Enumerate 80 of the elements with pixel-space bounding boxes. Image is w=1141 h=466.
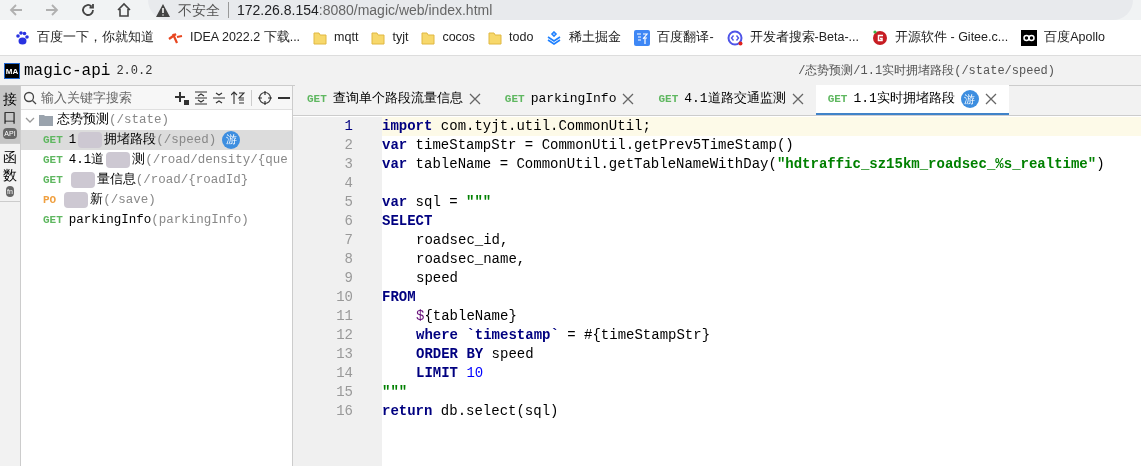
badge: 游	[222, 131, 241, 149]
code-line: var timeStampStr = CommonUtil.getPrev5TimeStamp()	[382, 137, 794, 153]
bookmark[interactable]: tyjt	[371, 28, 409, 47]
logo-icon: MA	[4, 62, 20, 79]
warning-icon	[156, 3, 170, 17]
folder-icon	[39, 114, 53, 126]
bookmark[interactable]: 百度一下，你就知道	[14, 28, 154, 47]
code-line: var tableName = CommonUtil.getTableNameWithDay("hdtraffic_sz15km_roadsec_%s_realtime")	[382, 156, 1105, 172]
chevron-icon	[25, 115, 35, 125]
locate-icon[interactable]	[258, 90, 272, 105]
bookmark[interactable]: 稀土掘金	[546, 28, 622, 47]
line-number: 13	[335, 345, 353, 364]
app-version: 2.0.2	[116, 62, 153, 80]
code-line: FROM	[382, 289, 416, 305]
bookmark[interactable]: cocos	[421, 28, 476, 47]
line-number: 8	[343, 250, 353, 269]
editor-tab[interactable]: GET 1.1实时拥堵路段 游	[815, 85, 1009, 115]
breadcrumb: /态势预测/1.1实时拥堵路段(/state/speed)	[798, 62, 1055, 80]
code-line: roadsec_name,	[416, 251, 526, 267]
line-number: 3	[343, 155, 353, 174]
code-line: speed	[416, 270, 458, 286]
url-text: 172.26.8.154:8080/magic/web/index.html	[237, 1, 493, 19]
code-line: """	[382, 384, 408, 400]
line-number: 16	[335, 402, 353, 421]
close-icon[interactable]	[984, 93, 997, 105]
bookmark[interactable]: todo	[488, 28, 534, 47]
chevrons-icon	[546, 30, 563, 45]
line-number: 5	[343, 193, 353, 212]
search-icon	[23, 90, 37, 105]
line-number: 15	[335, 383, 353, 402]
close-icon[interactable]	[791, 93, 804, 105]
code-line: import com.tyjt.util.CommonUtil;	[382, 118, 651, 134]
code-line: ${tableName}	[416, 308, 517, 324]
add-icon[interactable]	[175, 90, 189, 105]
bookmark[interactable]: 百度翻译-	[634, 28, 714, 47]
code-line: LIMIT 10	[416, 365, 484, 381]
bookmark[interactable]: mqtt	[313, 28, 359, 47]
line-number: 2	[343, 136, 353, 155]
collapse-all-icon[interactable]	[213, 90, 225, 105]
line-number: 7	[343, 231, 353, 250]
sort-icon[interactable]	[231, 90, 245, 105]
infinity-icon	[1021, 29, 1038, 46]
bookmark[interactable]: IDEA 2022.2 下载...	[167, 28, 301, 47]
code-line: return db.select(sql)	[382, 403, 559, 419]
translate-icon	[634, 29, 651, 46]
badge: 游	[960, 90, 979, 108]
code-line: where `timestamp` = #{timeStampStr}	[416, 327, 711, 343]
tree-item[interactable]: GET 1 拥堵路段(/speed) 游	[21, 130, 292, 150]
paw-icon	[14, 29, 30, 46]
line-number: 1	[343, 117, 353, 136]
g-logo-icon	[872, 29, 889, 46]
address-bar[interactable]: 不安全 172.26.8.154:8080/magic/web/index.html	[148, 0, 1133, 20]
bookmark[interactable]: 百度Apollo	[1021, 28, 1105, 47]
line-number: 10	[335, 288, 353, 307]
folder-icon	[488, 30, 503, 45]
line-number: 9	[343, 269, 353, 288]
folder-icon	[421, 30, 436, 45]
close-icon[interactable]	[468, 93, 481, 105]
line-number: 6	[343, 212, 353, 231]
code-circle-icon	[726, 29, 743, 46]
line-number: 12	[335, 326, 353, 345]
bookmark[interactable]: 开源软件 - Gitee.c...	[872, 28, 1009, 47]
folder-icon	[371, 30, 386, 45]
folder-icon	[313, 30, 328, 45]
expand-all-icon[interactable]	[195, 90, 207, 105]
reload-icon[interactable]	[80, 2, 96, 18]
close-icon[interactable]	[622, 93, 635, 105]
tree-folder[interactable]: 态势预测(/state)	[21, 110, 292, 130]
code-line: ORDER BY speed	[416, 346, 534, 362]
home-icon[interactable]	[116, 2, 132, 18]
line-number: 11	[335, 307, 353, 326]
app-name: magic-api	[24, 60, 111, 82]
code-line: SELECT	[382, 213, 433, 229]
bookmark[interactable]: 开发者搜索-Beta-...	[726, 28, 860, 47]
line-number: 14	[335, 364, 353, 383]
line-number: 4	[343, 174, 353, 193]
code-line: roadsec_id,	[416, 232, 509, 248]
code-line: var sql = """	[382, 194, 492, 210]
security-label: 不安全	[178, 0, 220, 20]
spark-icon	[167, 30, 183, 45]
